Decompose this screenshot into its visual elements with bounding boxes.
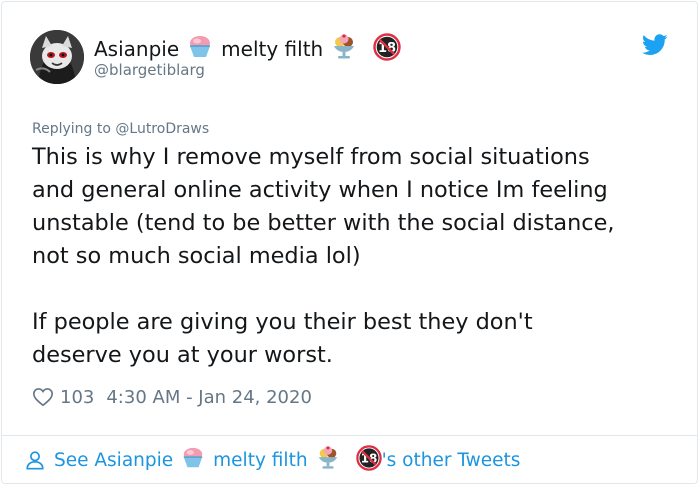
ice-cream-sundae-icon: [331, 33, 357, 65]
tweet-text: This is why I remove myself from social …: [32, 144, 615, 368]
replying-to-label: Replying to: [32, 121, 111, 137]
like-count[interactable]: 103: [60, 387, 94, 408]
tweet-header: Asianpie melty filth @blargetiblarg: [30, 30, 670, 88]
author-name[interactable]: Asianpie melty filth: [94, 32, 409, 66]
see-other-tweets-link[interactable]: See Asianpie melty filth 18 's other Twe…: [24, 444, 521, 476]
author-handle[interactable]: @blargetiblarg: [94, 61, 205, 79]
tweet-timestamp[interactable]: 4:30 AM - Jan 24, 2020: [106, 387, 312, 408]
replying-to: Replying to @LutroDraws: [32, 121, 209, 137]
heart-icon[interactable]: [32, 386, 54, 408]
shaved-ice-icon: [181, 446, 205, 475]
tweet-meta: 103 4:30 AM - Jan 24, 2020: [32, 383, 312, 411]
reply-target-link[interactable]: @LutroDraws: [115, 121, 209, 137]
avatar[interactable]: [30, 30, 84, 84]
footer-suffix: 's other Tweets: [381, 449, 521, 471]
no-one-under-18-icon: 18: [355, 444, 382, 476]
footer-middle: melty filth: [213, 449, 308, 471]
ice-cream-sundae-icon: [316, 445, 340, 475]
person-icon: [26, 451, 44, 470]
footer-prefix: See Asianpie: [54, 449, 174, 471]
no-one-under-18-icon: 18: [373, 32, 401, 66]
footer-divider: [2, 435, 697, 436]
author-name-part2: melty filth: [221, 37, 324, 61]
shaved-ice-icon: [187, 34, 213, 65]
twitter-bird-icon[interactable]: [642, 34, 668, 56]
avatar-image: [30, 30, 84, 84]
author-name-part1: Asianpie: [94, 37, 180, 61]
